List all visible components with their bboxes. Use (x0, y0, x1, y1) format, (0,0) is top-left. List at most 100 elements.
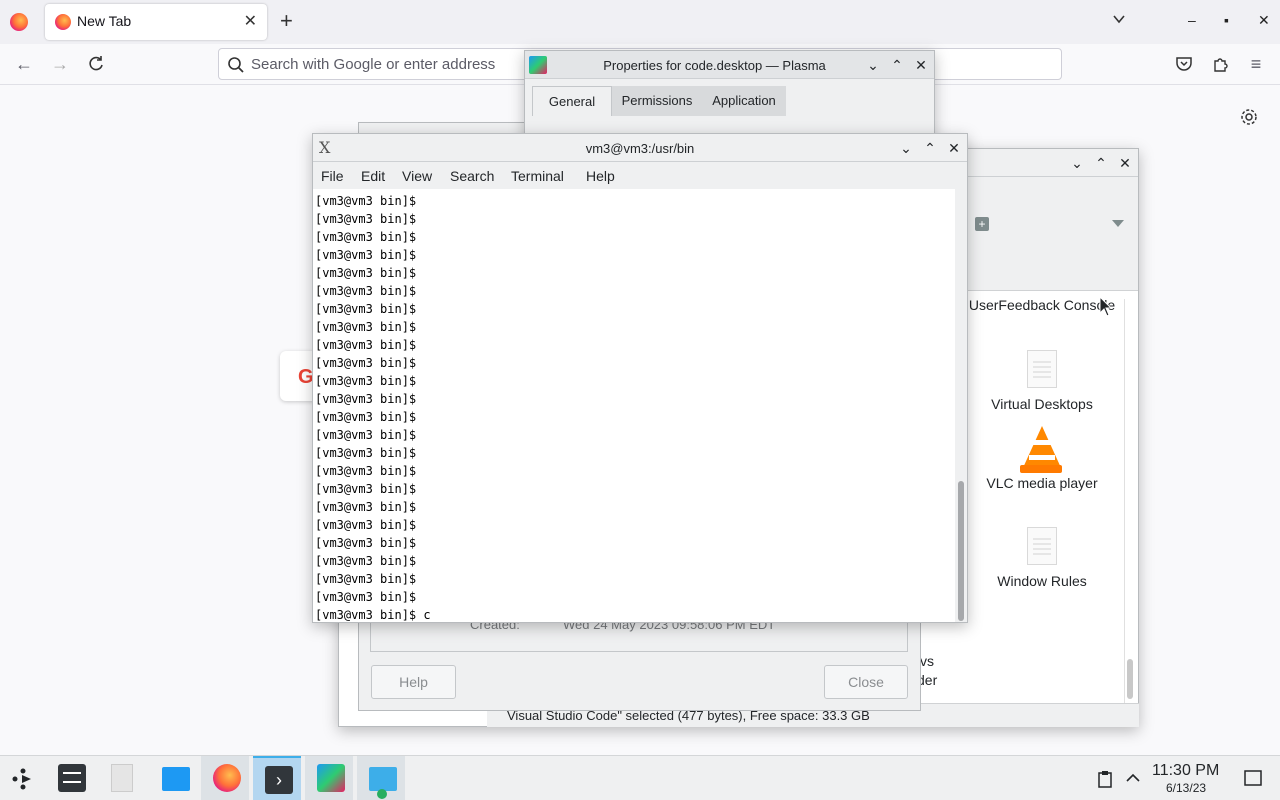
properties-title: Properties for code.desktop — Plasma (603, 58, 826, 73)
dropdown-arrow-icon[interactable] (1111, 219, 1125, 229)
terminal-line: [vm3@vm3 bin]$ (315, 554, 417, 568)
clock-date[interactable]: 6/13/23 (1166, 781, 1206, 795)
kate-app-icon (529, 56, 547, 74)
close-icon[interactable]: ✕ (1116, 154, 1134, 172)
terminal-scrollbar[interactable] (955, 189, 967, 622)
search-icon (228, 57, 244, 73)
extensions-icon[interactable] (1210, 54, 1230, 74)
tab-general[interactable]: General (532, 86, 612, 116)
terminal-line: [vm3@vm3 bin]$ (315, 266, 417, 280)
firefox-favicon-icon (55, 14, 71, 30)
back-arrow-icon[interactable]: ← (14, 54, 34, 74)
taskbar-firefox[interactable] (201, 756, 249, 800)
firefox-logo-icon[interactable] (10, 13, 28, 31)
file-item-userfeedback-console[interactable]: UserFeedback Console (967, 297, 1117, 313)
file-item-window-rules[interactable]: Window Rules (967, 573, 1117, 589)
menu-view[interactable]: View (402, 168, 432, 184)
vlc-stripe (1029, 455, 1055, 460)
terminal-line: [vm3@vm3 bin]$ (315, 320, 417, 334)
menu-search[interactable]: Search (450, 168, 494, 184)
close-button[interactable]: ✕ (1258, 12, 1270, 29)
terminal-line: [vm3@vm3 bin]$ (315, 374, 417, 388)
firefox-icon (213, 764, 241, 792)
terminal-line: [vm3@vm3 bin]$ (315, 302, 417, 316)
file-item-vlc-media-player[interactable]: VLC media player (967, 475, 1117, 491)
terminal-output[interactable]: [vm3@vm3 bin]$ [vm3@vm3 bin]$ [vm3@vm3 bin… (313, 189, 955, 622)
mouse-cursor-icon (1099, 296, 1113, 317)
show-hidden-icons-chevron-icon[interactable] (1126, 772, 1140, 784)
kate-icon (317, 764, 345, 792)
pocket-icon[interactable] (1174, 54, 1194, 74)
vlc-base (1020, 465, 1062, 473)
terminal-line: [vm3@vm3 bin]$ (315, 428, 417, 442)
minimize-chevron-icon[interactable]: ⌄ (864, 56, 882, 74)
vlc-cone-icon[interactable] (1022, 426, 1062, 470)
menu-terminal[interactable]: Terminal (511, 168, 564, 184)
menu-edit[interactable]: Edit (361, 168, 385, 184)
maximize-button[interactable]: ▪ (1224, 12, 1229, 28)
terminal-title: vm3@vm3:/usr/bin (585, 141, 695, 156)
close-icon[interactable]: ✕ (912, 56, 930, 74)
show-desktop-icon[interactable] (1244, 770, 1262, 786)
minimize-button[interactable]: – (1188, 12, 1196, 28)
properties-titlebar[interactable]: Properties for code.desktop — Plasma ⌄ ⌃… (525, 51, 934, 79)
new-tab-button[interactable]: + (280, 9, 293, 33)
clipboard-icon[interactable] (1097, 770, 1113, 788)
file-view-scrollbar[interactable] (1124, 299, 1134, 703)
file-item-label: UserFeedback Console (968, 297, 1116, 313)
vlc-stripe (1033, 440, 1051, 445)
terminal-line: [vm3@vm3 bin]$ (315, 446, 417, 460)
file-item-label: Virtual Desktops (991, 396, 1093, 412)
forward-arrow-icon[interactable]: → (50, 54, 70, 74)
close-icon[interactable]: ✕ (945, 139, 963, 157)
maximize-chevron-icon[interactable]: ⌃ (888, 56, 906, 74)
gear-icon[interactable] (1239, 107, 1259, 127)
taskbar-text-file[interactable] (98, 756, 146, 800)
terminal-line: [vm3@vm3 bin]$ c (315, 608, 431, 622)
terminal-window: X vm3@vm3:/usr/bin ⌄ ⌃ ✕ File Edit View … (312, 133, 968, 623)
tab-title: New Tab (77, 13, 132, 29)
minimize-chevron-icon[interactable]: ⌄ (1068, 154, 1086, 172)
add-badge-icon (377, 789, 387, 799)
document-icon[interactable] (1027, 350, 1057, 388)
maximize-chevron-icon[interactable]: ⌃ (921, 139, 939, 157)
file-item-label: Window Rules (997, 573, 1087, 589)
taskbar-system-settings[interactable] (46, 756, 94, 800)
terminal-line: [vm3@vm3 bin]$ (315, 464, 417, 478)
list-all-tabs-chevron-icon[interactable] (1112, 12, 1126, 26)
folder-icon (162, 767, 190, 791)
terminal-line: [vm3@vm3 bin]$ (315, 194, 417, 208)
reload-icon[interactable] (86, 54, 106, 74)
tab-close-icon[interactable]: ✕ (244, 11, 257, 31)
clock-time[interactable]: 11:30 PM (1152, 762, 1219, 780)
tab-new-tab[interactable]: New Tab ✕ (45, 4, 267, 40)
taskbar-kate[interactable] (305, 756, 353, 800)
minimize-chevron-icon[interactable]: ⌄ (897, 139, 915, 157)
terminal-line: [vm3@vm3 bin]$ (315, 572, 417, 586)
konsole-icon: › (265, 766, 293, 794)
terminal-titlebar[interactable]: X vm3@vm3:/usr/bin ⌄ ⌃ ✕ (313, 134, 967, 162)
maximize-chevron-icon[interactable]: ⌃ (1092, 154, 1110, 172)
scrollbar-thumb[interactable] (958, 481, 964, 621)
menu-file[interactable]: File (321, 168, 344, 184)
hamburger-menu-icon[interactable]: ≡ (1246, 54, 1266, 74)
browser-tab-bar: New Tab ✕ + – ▪ ✕ (0, 0, 1280, 44)
taskbar-dolphin[interactable] (357, 756, 405, 800)
close-dialog-button[interactable]: Close (824, 665, 908, 699)
taskbar-file-manager[interactable] (150, 756, 198, 800)
help-button[interactable]: Help (371, 665, 456, 699)
document-icon[interactable] (1027, 527, 1057, 565)
tab-application[interactable]: Application (702, 86, 786, 116)
terminal-line: [vm3@vm3 bin]$ (315, 248, 417, 262)
file-item-label: VLC media player (986, 475, 1098, 491)
new-tab-plus-icon[interactable]: + (975, 217, 989, 231)
tab-permissions[interactable]: Permissions (612, 86, 702, 116)
taskbar-konsole[interactable]: › (253, 756, 301, 800)
menu-help[interactable]: Help (586, 168, 615, 184)
folder-add-icon (369, 767, 397, 791)
application-launcher-icon[interactable] (10, 766, 36, 792)
terminal-line: [vm3@vm3 bin]$ (315, 392, 417, 406)
partial-file-label: vs (920, 653, 934, 669)
file-item-virtual-desktops[interactable]: Virtual Desktops (967, 396, 1117, 412)
terminal-menubar: File Edit View Search Terminal Help (313, 162, 967, 189)
